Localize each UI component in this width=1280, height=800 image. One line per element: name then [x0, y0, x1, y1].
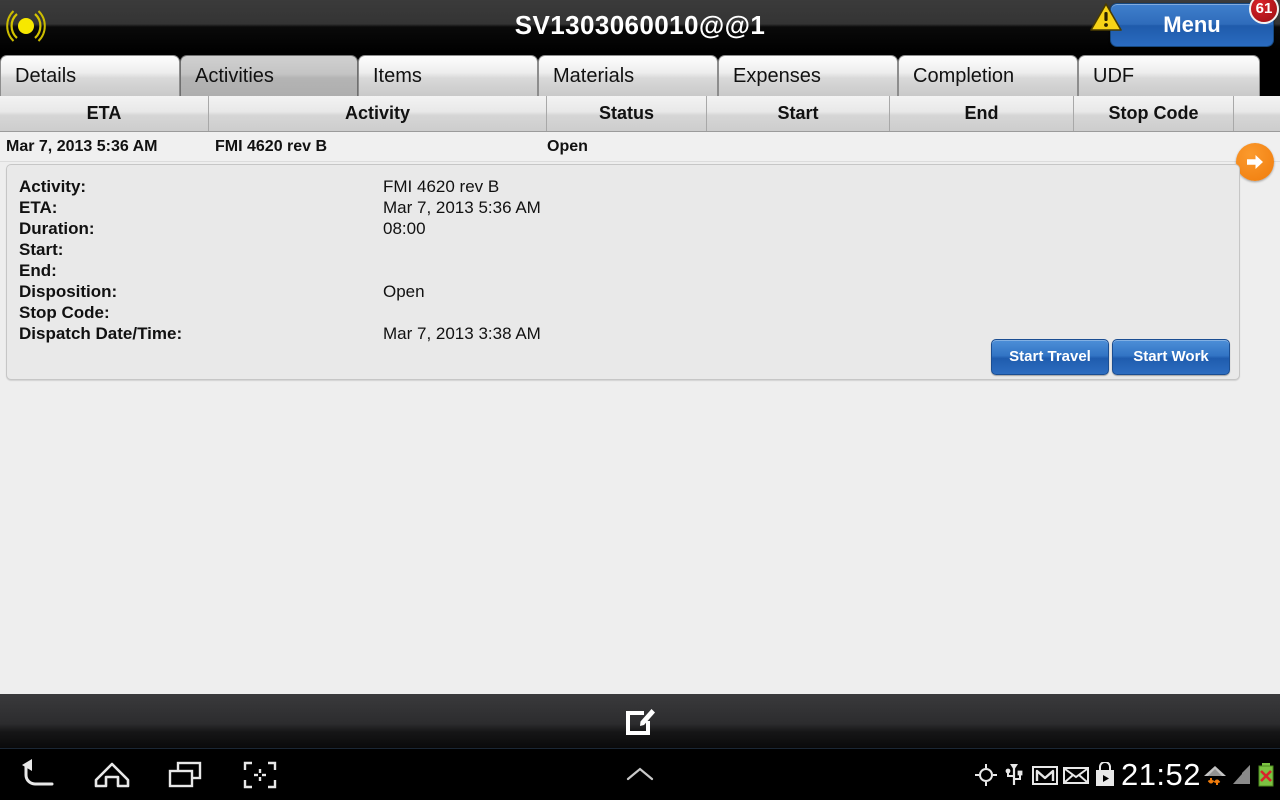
soft-action-bar — [0, 694, 1280, 748]
title-bar: SV1303060010@@1 Menu 61 — [0, 0, 1280, 52]
column-header-activity[interactable]: Activity — [209, 96, 547, 131]
detail-label-stop-code: Stop Code: — [19, 303, 110, 322]
page-title: SV1303060010@@1 — [514, 10, 766, 40]
detail-label-dispatch-datetime: Dispatch Date/Time: — [19, 324, 183, 343]
detail-label-activity: Activity: — [19, 177, 87, 196]
screenshot-icon[interactable] — [238, 759, 282, 791]
tab-expenses[interactable]: Expenses — [718, 55, 898, 96]
gmail-icon — [1031, 762, 1059, 788]
status-clock: 21:52 — [1120, 757, 1202, 792]
tab-items[interactable]: Items — [358, 55, 538, 96]
cell-activity: FMI 4620 rev B — [215, 138, 328, 155]
tab-activities[interactable]: Activities — [180, 55, 358, 96]
detail-row: Disposition: Open — [7, 281, 1239, 302]
detail-row: Start: — [7, 239, 1239, 260]
cell-start — [712, 132, 887, 162]
detail-label-duration: Duration: — [19, 219, 95, 238]
tab-materials[interactable]: Materials — [538, 55, 718, 96]
detail-value-activity: FMI 4620 rev B — [383, 177, 500, 196]
table-row[interactable]: Mar 7, 2013 5:36 AM FMI 4620 rev B Open — [0, 132, 1280, 162]
detail-label-eta: ETA: — [19, 198, 58, 217]
detail-value-duration: 08:00 — [383, 219, 426, 238]
cell-eta: Mar 7, 2013 5:36 AM — [6, 138, 158, 155]
tab-udf[interactable]: UDF — [1078, 55, 1260, 96]
cell-end — [895, 132, 1070, 162]
tab-bar: Details Activities Items Materials Expen… — [0, 52, 1280, 96]
back-icon[interactable] — [16, 759, 60, 791]
email-envelope-icon — [1062, 762, 1090, 788]
recent-apps-icon[interactable] — [164, 759, 208, 791]
menu-button-label: Menu — [1163, 12, 1221, 37]
start-work-button[interactable]: Start Work — [1112, 339, 1230, 375]
home-icon[interactable] — [90, 759, 134, 791]
column-header-status[interactable]: Status — [547, 96, 707, 131]
battery-error-icon — [1256, 762, 1276, 788]
detail-value-eta: Mar 7, 2013 5:36 AM — [383, 198, 541, 217]
activities-content: Mar 7, 2013 5:36 AM FMI 4620 rev B Open … — [0, 132, 1280, 694]
table-column-header: ETA Activity Status Start End Stop Code — [0, 96, 1280, 132]
activity-detail-panel: Activity: FMI 4620 rev B ETA: Mar 7, 201… — [6, 164, 1240, 380]
detail-row: Stop Code: — [7, 302, 1239, 323]
detail-value-dispatch-datetime: Mar 7, 2013 3:38 AM — [383, 324, 541, 343]
detail-row: End: — [7, 260, 1239, 281]
gps-crosshair-icon — [974, 762, 998, 788]
column-header-end[interactable]: End — [890, 96, 1074, 131]
cell-stop-code — [1080, 132, 1230, 162]
usb-icon — [1004, 762, 1024, 788]
warning-triangle-icon — [1089, 2, 1123, 32]
wifi-icon — [1202, 762, 1228, 788]
column-header-stop-code[interactable]: Stop Code — [1074, 96, 1234, 131]
column-header-start[interactable]: Start — [707, 96, 890, 131]
detail-value-disposition: Open — [383, 282, 425, 301]
menu-button[interactable]: Menu 61 — [1090, 0, 1279, 47]
detail-label-end: End: — [19, 261, 57, 280]
detail-label-disposition: Disposition: — [19, 282, 118, 301]
arrow-right-circle-icon[interactable] — [1236, 143, 1274, 181]
android-navigation-bar: 21:52 — [0, 748, 1280, 800]
detail-label-start: Start: — [19, 240, 64, 259]
detail-row: Duration: 08:00 — [7, 218, 1239, 239]
detail-row: ETA: Mar 7, 2013 5:36 AM — [7, 197, 1239, 218]
chevron-up-icon[interactable] — [618, 759, 662, 791]
start-travel-button[interactable]: Start Travel — [991, 339, 1109, 375]
column-header-eta[interactable]: ETA — [0, 96, 209, 131]
cell-status: Open — [547, 138, 588, 155]
tab-details[interactable]: Details — [0, 55, 180, 96]
edit-compose-icon[interactable] — [620, 703, 660, 739]
tab-completion[interactable]: Completion — [898, 55, 1078, 96]
detail-row: Activity: FMI 4620 rev B — [7, 176, 1239, 197]
cell-signal-icon — [1231, 762, 1253, 788]
